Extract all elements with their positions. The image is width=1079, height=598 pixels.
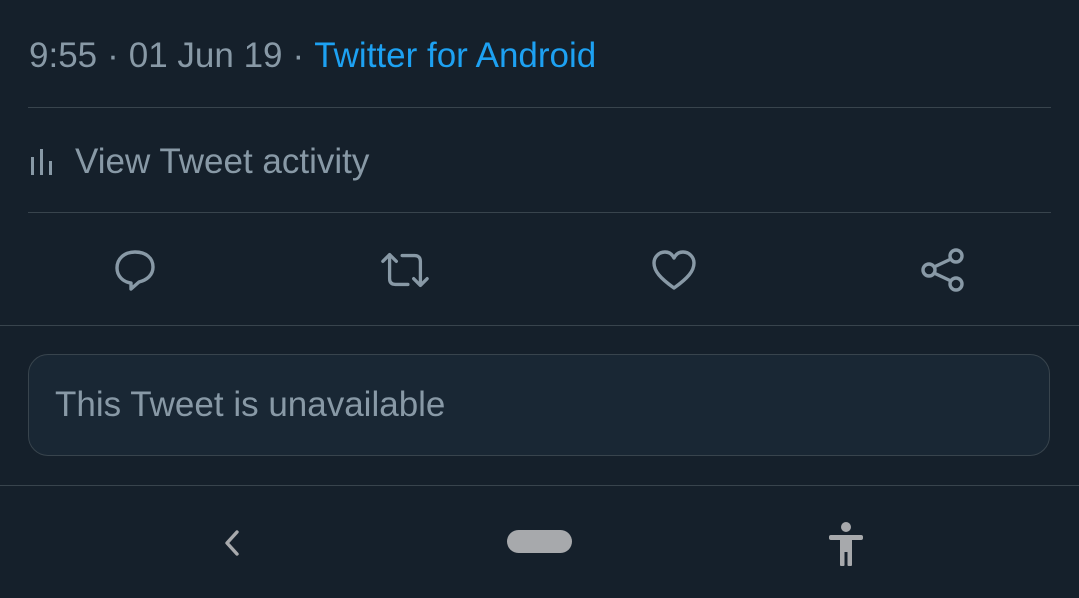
retweet-icon — [381, 252, 429, 288]
bar-chart-icon — [31, 149, 52, 175]
reply-icon — [115, 250, 155, 291]
back-button[interactable] — [214, 523, 250, 563]
divider-top — [28, 107, 1051, 108]
accessibility-button[interactable] — [822, 520, 870, 568]
meta-separator-2: · — [292, 36, 305, 75]
retweet-button[interactable] — [379, 244, 431, 296]
reply-button[interactable] — [109, 244, 161, 296]
chevron-left-icon — [225, 530, 239, 556]
tweet-action-bar — [0, 244, 1079, 296]
like-button[interactable] — [648, 244, 700, 296]
divider-middle — [28, 212, 1051, 213]
system-navigation-bar — [0, 487, 1079, 598]
meta-separator: · — [107, 36, 119, 75]
accessibility-icon — [829, 522, 863, 566]
view-tweet-activity-label: View Tweet activity — [75, 142, 370, 181]
quoted-tweet-card[interactable]: This Tweet is unavailable — [28, 354, 1050, 456]
divider-bottom — [0, 485, 1079, 486]
tweet-time: 9:55 — [29, 36, 98, 75]
share-icon — [921, 248, 964, 292]
heart-icon — [652, 250, 696, 290]
quoted-tweet-text: This Tweet is unavailable — [55, 385, 446, 424]
tweet-source-link[interactable]: Twitter for Android — [314, 36, 596, 76]
tweet-date: 01 Jun 19 — [128, 36, 283, 75]
share-button[interactable] — [917, 244, 969, 296]
tweet-meta: 9:55 · 01 Jun 19 · Twitter for Android — [29, 30, 596, 82]
home-pill-button[interactable] — [507, 530, 572, 553]
divider-actions — [0, 325, 1079, 326]
view-tweet-activity[interactable]: View Tweet activity — [29, 136, 369, 188]
